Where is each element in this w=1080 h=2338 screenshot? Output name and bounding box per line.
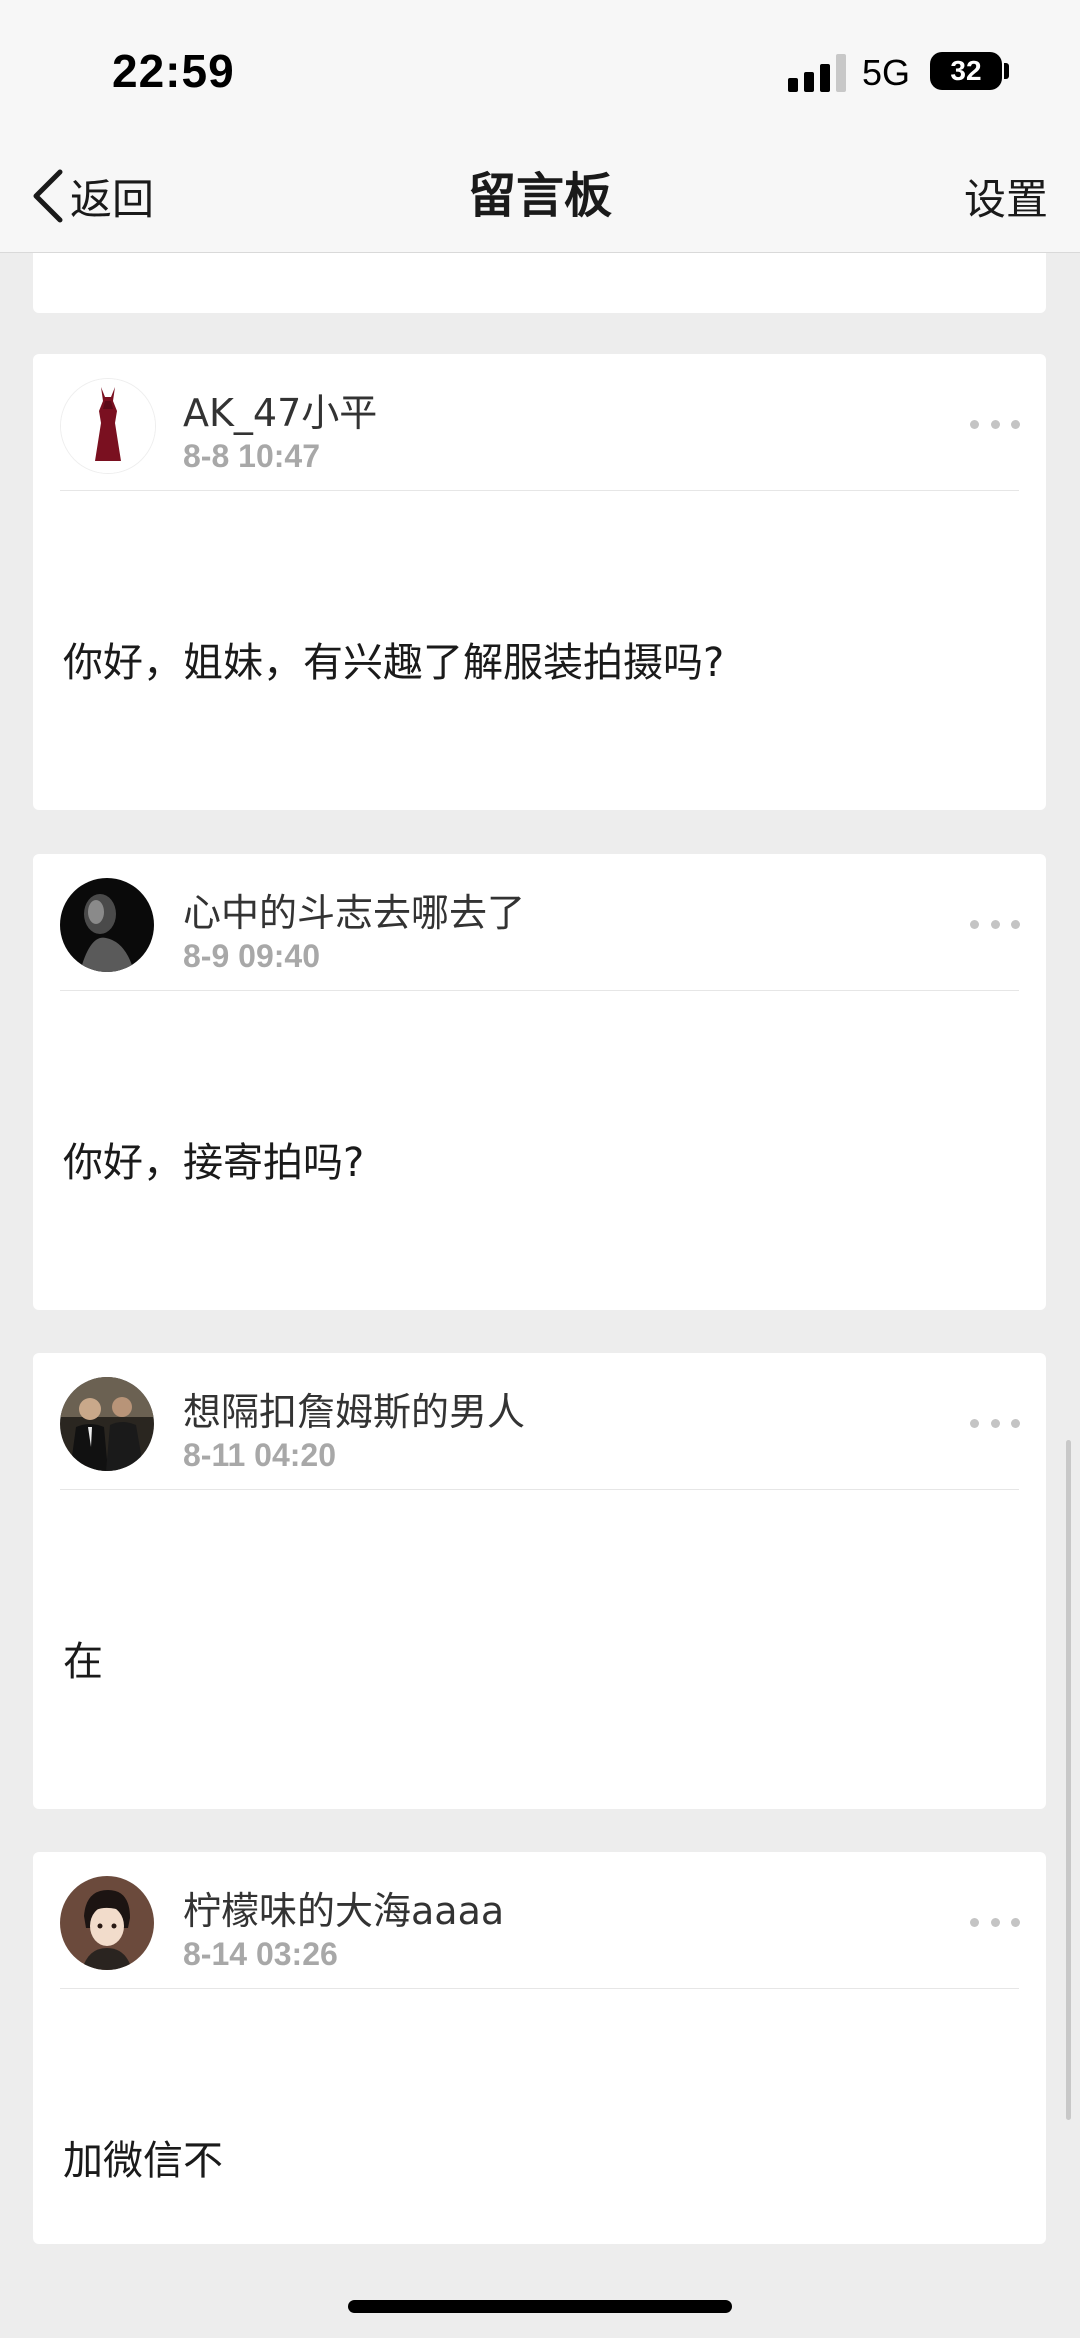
- timestamp: 8-9 09:40: [183, 938, 320, 974]
- status-time: 22:59: [112, 45, 235, 97]
- nav-bar: 返回 留言板 设置: [0, 140, 1080, 253]
- back-button[interactable]: 返回: [30, 164, 154, 228]
- more-options-icon[interactable]: [970, 914, 1020, 934]
- group-photo-avatar-image: [60, 1377, 154, 1471]
- divider: [60, 490, 1019, 491]
- more-options-icon[interactable]: [970, 1413, 1020, 1433]
- message-text: 在: [63, 1639, 103, 1685]
- dark-portrait-avatar-image: [60, 878, 154, 972]
- more-options-icon[interactable]: [970, 1912, 1020, 1932]
- message-card: 想隔扣詹姆斯的男人 8-11 04:20 在: [33, 1353, 1046, 1809]
- anime-avatar-image: [60, 1876, 154, 1970]
- message-card: 柠檬味的大海aaaa 8-14 03:26 加微信不: [33, 1852, 1046, 2244]
- avatar[interactable]: [60, 1377, 154, 1471]
- previous-message-card: [33, 253, 1046, 313]
- home-indicator[interactable]: [348, 2300, 732, 2313]
- divider: [60, 1988, 1019, 1989]
- username[interactable]: AK_47小平: [183, 382, 377, 437]
- scroll-indicator[interactable]: [1066, 1440, 1071, 2120]
- message-card: AK_47小平 8-8 10:47 你好，姐妹，有兴趣了解服装拍摄吗?: [33, 354, 1046, 810]
- avatar[interactable]: [60, 1876, 154, 1970]
- message-card: 心中的斗志去哪去了 8-9 09:40 你好，接寄拍吗?: [33, 854, 1046, 1310]
- username[interactable]: 心中的斗志去哪去了: [183, 882, 525, 937]
- back-label: 返回: [70, 174, 155, 224]
- message-text: 你好，接寄拍吗?: [63, 1140, 365, 1186]
- message-text: 你好，姐妹，有兴趣了解服装拍摄吗?: [63, 640, 725, 686]
- username[interactable]: 想隔扣詹姆斯的男人: [183, 1381, 525, 1436]
- page-title: 留言板: [467, 168, 612, 224]
- timestamp: 8-11 04:20: [183, 1437, 337, 1473]
- battery-icon: 32: [930, 52, 1002, 90]
- more-options-icon[interactable]: [970, 414, 1020, 434]
- cellular-signal-icon: [788, 54, 846, 92]
- settings-button[interactable]: 设置: [964, 166, 1048, 227]
- username[interactable]: 柠檬味的大海aaaa: [183, 1880, 504, 1935]
- status-bar: 22:59 5G 32: [0, 0, 1080, 140]
- dress-avatar-image: [61, 379, 155, 473]
- avatar[interactable]: [60, 378, 156, 474]
- chevron-left-icon: [33, 169, 63, 223]
- battery-cap: [1004, 63, 1009, 79]
- timestamp: 8-8 10:47: [183, 438, 320, 474]
- message-text: 加微信不: [63, 2138, 223, 2184]
- timestamp: 8-14 03:26: [183, 1936, 338, 1972]
- network-type: 5G: [862, 52, 911, 93]
- divider: [60, 1489, 1019, 1490]
- avatar[interactable]: [60, 878, 154, 972]
- divider: [60, 990, 1019, 991]
